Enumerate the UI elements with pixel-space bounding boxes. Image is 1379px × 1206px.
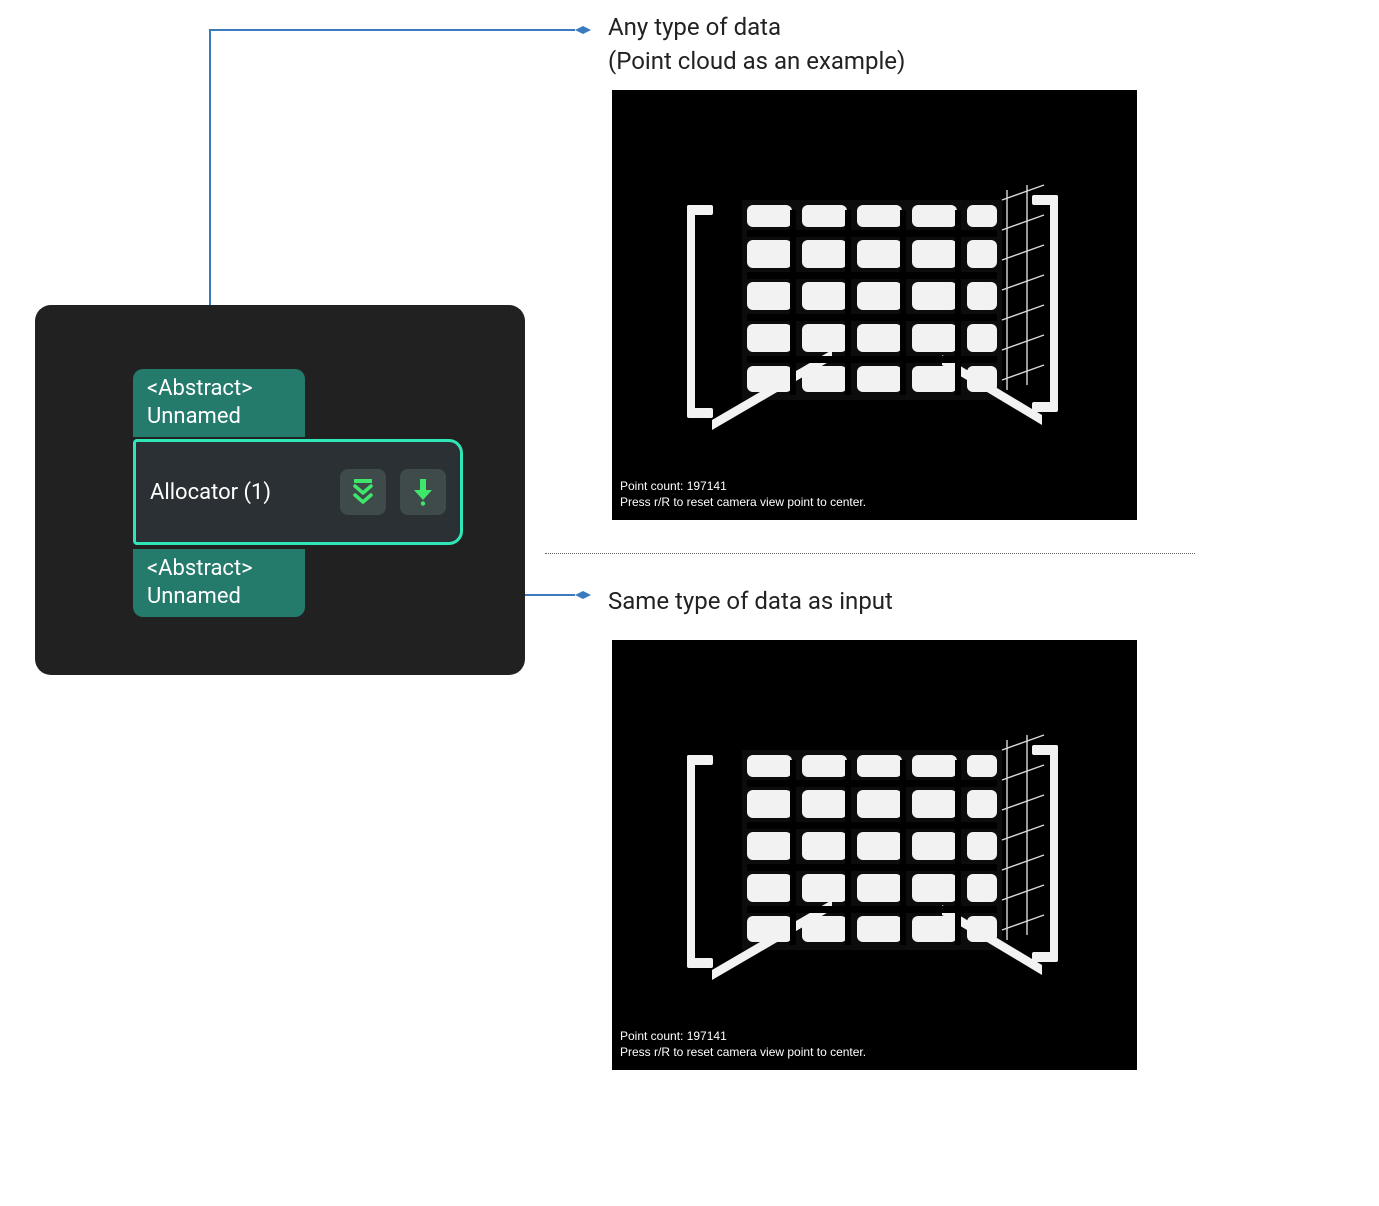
- node-panel: <Abstract> Unnamed Allocator (1) <Abstra…: [35, 305, 525, 675]
- output-port[interactable]: <Abstract> Unnamed: [133, 549, 305, 617]
- callout-label-output-text: Same type of data as input: [608, 587, 893, 615]
- point-cloud-render: [612, 640, 1137, 1070]
- input-port[interactable]: <Abstract> Unnamed: [133, 369, 305, 437]
- point-cloud-viewer-output[interactable]: Point count: 197141 Press r/R to reset c…: [612, 640, 1137, 1070]
- point-cloud-viewer-input[interactable]: Point count: 197141 Press r/R to reset c…: [612, 90, 1137, 520]
- point-count-text: Point count: 197141: [620, 478, 866, 494]
- download-arrow-icon[interactable]: [400, 469, 446, 515]
- point-cloud-render: [612, 90, 1137, 520]
- double-down-icon[interactable]: [340, 469, 386, 515]
- allocator-title: Allocator (1): [150, 480, 326, 505]
- allocator-node[interactable]: Allocator (1): [133, 439, 463, 545]
- point-count-text: Point count: 197141: [620, 1028, 866, 1044]
- callout-label-output: Same type of data as input: [608, 584, 893, 618]
- viewer-overlay-text: Point count: 197141 Press r/R to reset c…: [620, 1028, 866, 1060]
- output-port-type: <Abstract>: [147, 555, 291, 583]
- output-port-name: Unnamed: [147, 583, 291, 611]
- callout-label-input-line2: (Point cloud as an example): [608, 44, 905, 78]
- input-port-type: <Abstract>: [147, 375, 291, 403]
- callout-label-input: Any type of data (Point cloud as an exam…: [608, 10, 905, 78]
- viewer-overlay-text: Point count: 197141 Press r/R to reset c…: [620, 478, 866, 510]
- section-divider: [545, 553, 1195, 554]
- viewer-hint-text: Press r/R to reset camera view point to …: [620, 494, 866, 510]
- input-port-name: Unnamed: [147, 403, 291, 431]
- viewer-hint-text: Press r/R to reset camera view point to …: [620, 1044, 866, 1060]
- callout-label-input-line1: Any type of data: [608, 10, 905, 44]
